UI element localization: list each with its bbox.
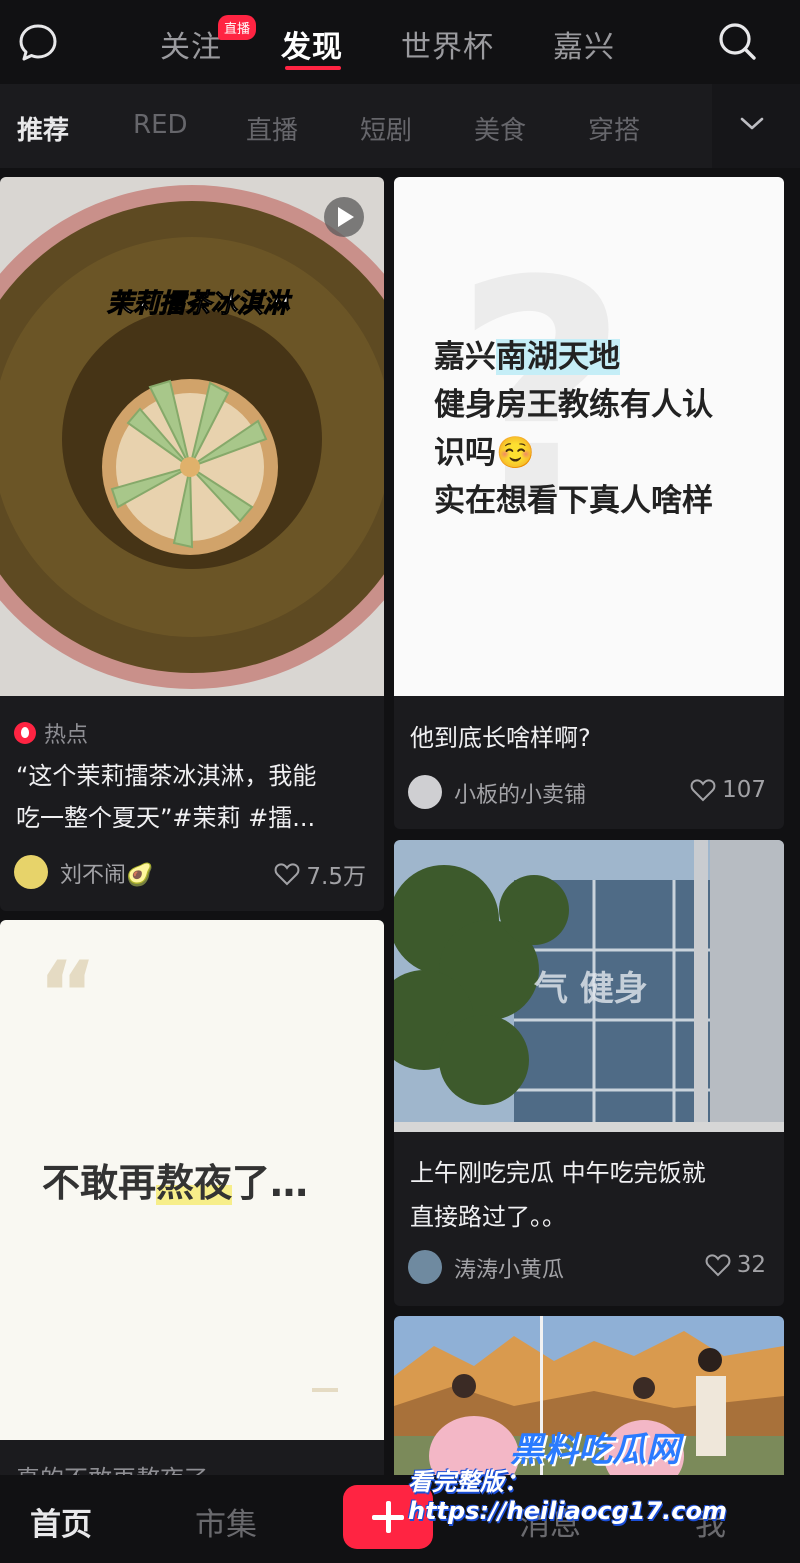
nav-home[interactable]: 首页 <box>30 1499 92 1544</box>
category-red[interactable]: RED <box>133 110 188 140</box>
feed-card[interactable]: 茉莉擂茶冰淇淋 热点 “这个茉莉擂茶冰淇淋，我能 吃一整个夏天”#茉莉 #擂..… <box>0 177 384 911</box>
watermark-url: 看完整版：https://heiliaocg17.com <box>408 1468 727 1525</box>
hot-tag-label: 热点 <box>44 723 89 748</box>
chevron-down-icon <box>740 117 764 130</box>
cover-text: 不敢再熬夜了… <box>42 1161 309 1205</box>
cover-image: ? 嘉兴南湖天地 健身房王教练有人认 识吗☺️ 实在想看下真人啥样 <box>394 177 784 696</box>
author-row: 刘不闹🥑 7.5万 <box>14 853 370 893</box>
quote-mark-icon: “ <box>38 942 98 1047</box>
hot-tag: 热点 <box>14 717 88 749</box>
decoration-dash <box>312 1388 338 1392</box>
card-text-line: 直接路过了。。 <box>410 1203 566 1231</box>
like-button[interactable]: 32 <box>705 1252 766 1278</box>
like-button[interactable]: 7.5万 <box>274 857 366 891</box>
tab-follow[interactable]: 关注 <box>160 22 222 66</box>
tab-worldcup[interactable]: 世界杯 <box>401 22 494 66</box>
card-text-line: “这个茉莉擂茶冰淇淋，我能 <box>16 762 317 790</box>
author-row: 小板的小卖铺 107 <box>408 773 770 813</box>
cover-title: 茉莉擂茶冰淇淋 <box>107 289 293 319</box>
tab-city[interactable]: 嘉兴 <box>553 22 615 66</box>
chat-bubble-icon[interactable] <box>18 22 58 62</box>
avatar[interactable] <box>408 775 442 809</box>
category-live[interactable]: 直播 <box>246 110 298 147</box>
feed-card[interactable]: 气 健身 上午刚吃完瓜 中午吃完饭就 直接路过了。。 涛涛小黄瓜 32 <box>394 840 784 1306</box>
card-text-line: 上午刚吃完瓜 中午吃完饭就 <box>410 1159 706 1187</box>
like-button[interactable]: 107 <box>690 777 766 803</box>
live-badge: 直播 <box>218 15 257 40</box>
category-short-drama[interactable]: 短剧 <box>360 110 412 147</box>
category-recommend[interactable]: 推荐 <box>17 110 69 147</box>
cover-text: 嘉兴南湖天地 健身房王教练有人认 识吗☺️ 实在想看下真人啥样 <box>434 339 713 519</box>
category-expand-button[interactable] <box>712 84 800 168</box>
author-row: 涛涛小黄瓜 32 <box>408 1248 770 1288</box>
fire-icon <box>14 722 36 744</box>
avatar[interactable] <box>14 855 48 889</box>
heart-icon <box>690 779 716 802</box>
card-text-line: 吃一整个夏天”#茉莉 #擂... <box>16 804 316 832</box>
category-food[interactable]: 美食 <box>474 110 526 147</box>
heart-icon <box>275 863 300 886</box>
author-name[interactable]: 小板的小卖铺 <box>454 777 586 809</box>
author-name[interactable]: 刘不闹🥑 <box>60 857 153 889</box>
feed-card[interactable]: “ 不敢再熬夜了… 真的不敢再熬夜了 <box>0 920 384 1480</box>
active-tab-indicator <box>285 66 341 70</box>
cover-image: “ 不敢再熬夜了… <box>0 920 384 1440</box>
building-sign: 气 健身 <box>533 969 648 1009</box>
tab-discover[interactable]: 发现 <box>281 22 343 66</box>
search-icon[interactable] <box>716 20 758 62</box>
like-count: 107 <box>722 777 766 803</box>
feed-card[interactable]: ? 嘉兴南湖天地 健身房王教练有人认 识吗☺️ 实在想看下真人啥样 他到底长啥样… <box>394 177 784 829</box>
card-title: 他到底长啥样啊? <box>410 724 591 752</box>
top-nav: 关注 直播 发现 世界杯 嘉兴 <box>0 0 800 84</box>
like-count: 32 <box>736 1252 766 1278</box>
nav-market[interactable]: 市集 <box>195 1499 257 1544</box>
like-count: 7.5万 <box>306 864 366 890</box>
cover-image: 气 健身 <box>394 840 784 1132</box>
heart-icon <box>705 1254 731 1277</box>
cover-image: 茉莉擂茶冰淇淋 <box>0 177 384 696</box>
author-name[interactable]: 涛涛小黄瓜 <box>454 1252 564 1284</box>
avatar[interactable] <box>408 1250 442 1284</box>
category-bar: 推荐 RED 直播 短剧 美食 穿搭 <box>0 84 800 168</box>
category-outfit[interactable]: 穿搭 <box>588 110 640 147</box>
